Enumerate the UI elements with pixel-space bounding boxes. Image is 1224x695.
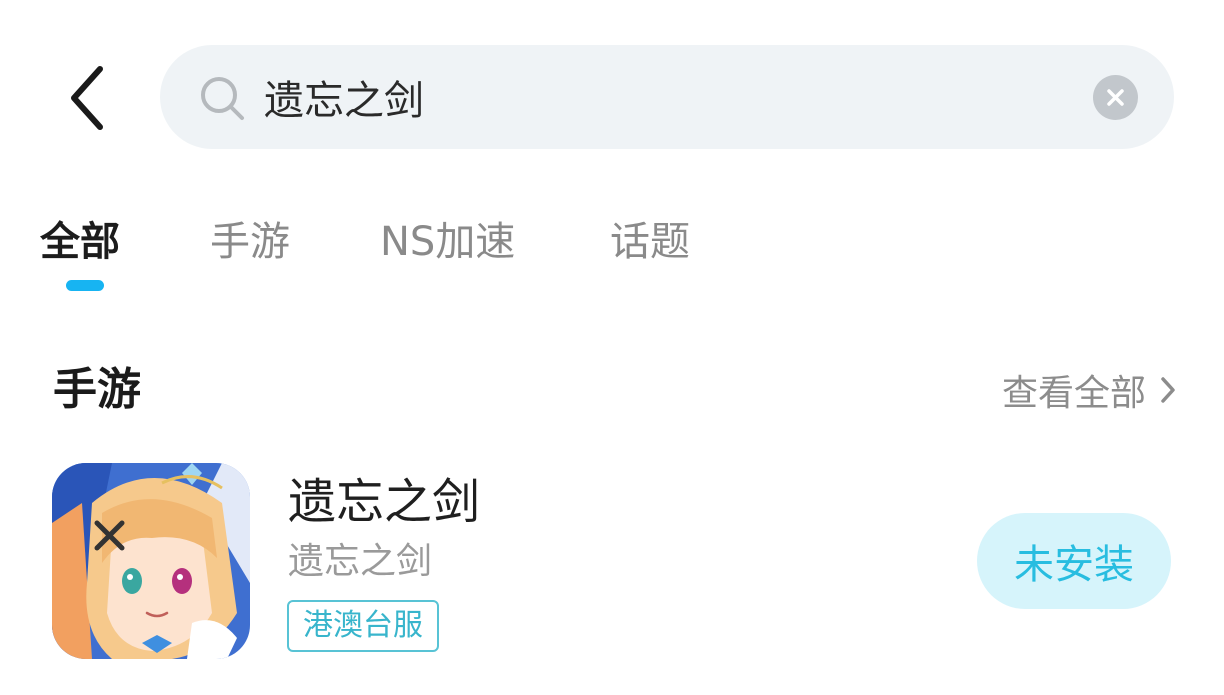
search-bar[interactable] bbox=[160, 45, 1174, 149]
tab-topics[interactable]: 话题 bbox=[610, 210, 690, 274]
search-icon bbox=[201, 77, 244, 120]
tab-all[interactable]: 全部 bbox=[40, 210, 120, 274]
close-icon bbox=[1107, 89, 1124, 106]
back-button[interactable] bbox=[58, 58, 118, 138]
see-all-label: 查看全部 bbox=[1001, 373, 1146, 414]
search-input[interactable] bbox=[264, 69, 1064, 125]
tab-ns-accelerate[interactable]: NS加速 bbox=[380, 210, 515, 274]
chevron-left-icon bbox=[71, 66, 103, 130]
section-title: 手游 bbox=[53, 364, 141, 415]
see-all-link[interactable]: 查看全部 bbox=[1002, 362, 1176, 418]
region-tag: 港澳台服 bbox=[287, 600, 439, 652]
clear-search-button[interactable] bbox=[1093, 75, 1138, 120]
install-button[interactable]: 未安装 bbox=[977, 513, 1171, 609]
active-tab-indicator bbox=[66, 280, 104, 291]
category-tabs: 全部 手游 NS加速 话题 bbox=[0, 210, 1224, 300]
app-icon[interactable] bbox=[52, 463, 250, 659]
chevron-right-icon bbox=[1161, 377, 1175, 403]
app-result-row[interactable]: 遗忘之剑 遗忘之剑 港澳台服 未安装 bbox=[0, 460, 1224, 660]
install-button-label: 未安装 bbox=[1014, 542, 1134, 588]
tab-mobile-games[interactable]: 手游 bbox=[210, 210, 290, 274]
app-subtitle: 遗忘之剑 bbox=[288, 541, 433, 582]
app-name[interactable]: 遗忘之剑 bbox=[288, 470, 480, 534]
